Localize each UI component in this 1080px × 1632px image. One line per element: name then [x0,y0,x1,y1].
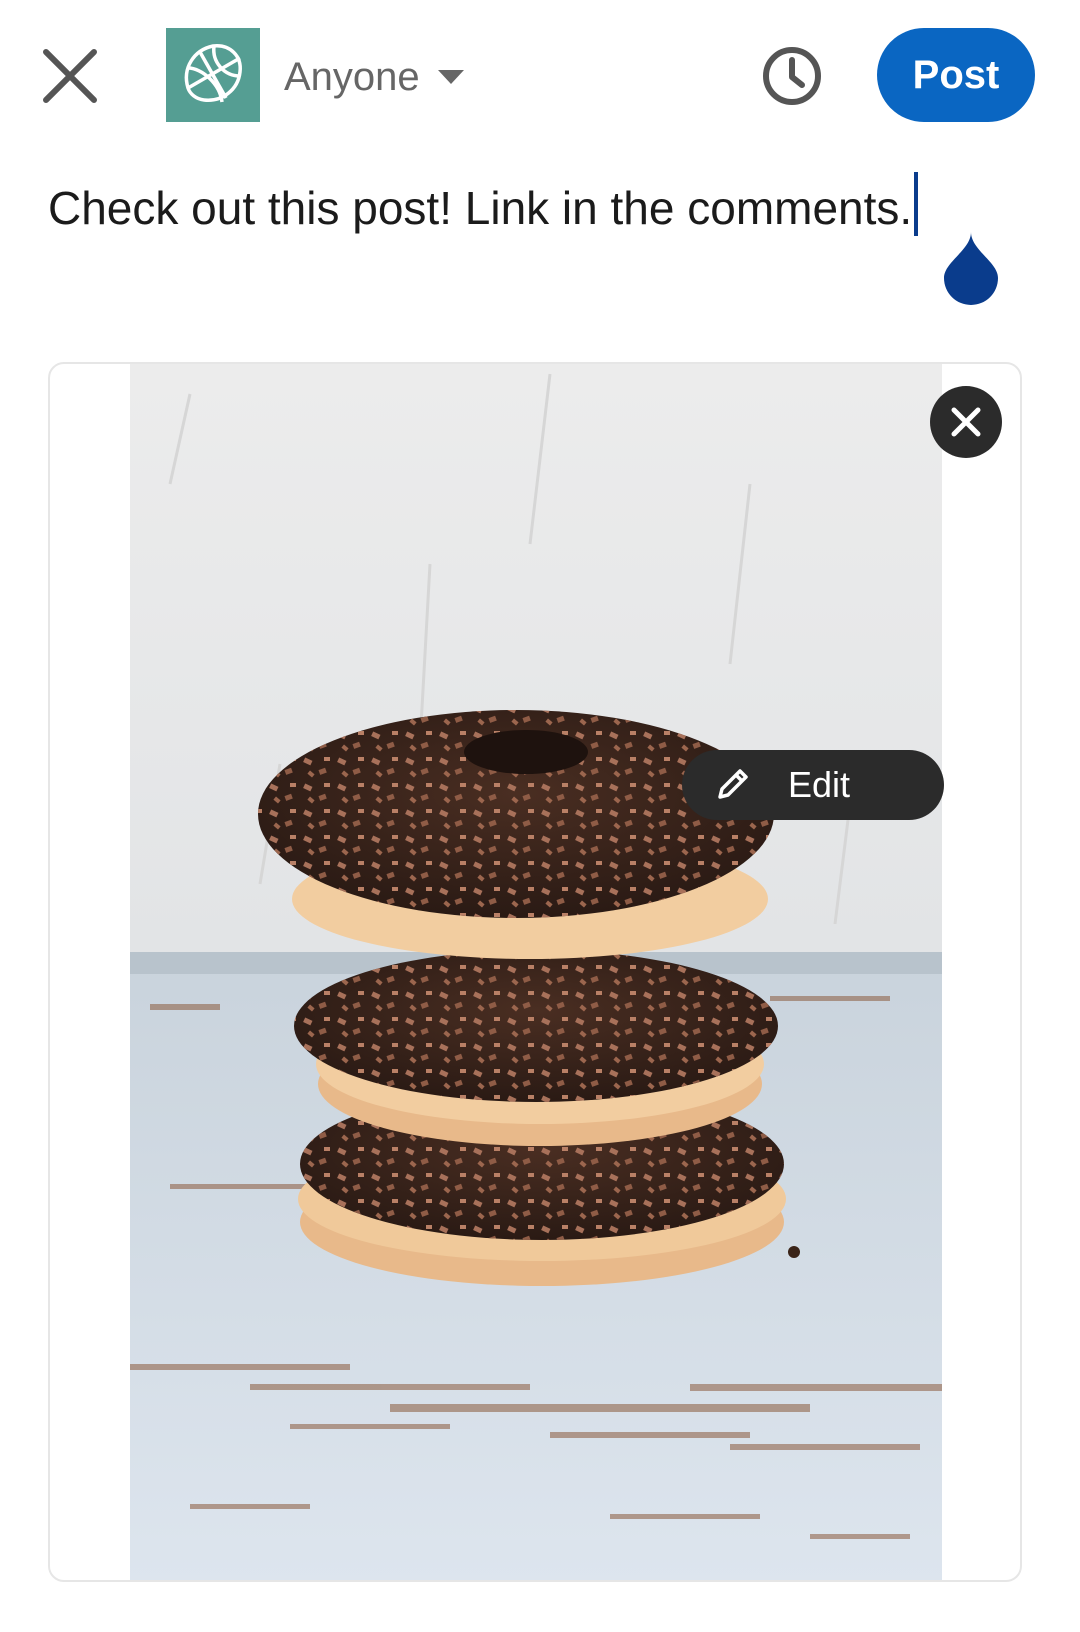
media-attachment-card: Edit [48,362,1022,1582]
edit-label: Edit [788,764,851,805]
schedule-post-button[interactable] [760,44,824,108]
audience-label: Anyone [284,54,420,99]
text-cursor [914,172,919,236]
remove-media-button[interactable] [930,386,1002,458]
avatar [166,28,260,122]
post-button[interactable]: Post [877,28,1035,122]
chevron-down-icon [437,70,464,84]
close-composer-button[interactable] [38,44,102,108]
selection-handle-icon [944,232,998,305]
close-icon [951,407,981,437]
donut-stack-photo [130,364,942,1580]
close-icon [43,49,97,103]
leaf-logo-icon [184,44,242,103]
edit-media-button[interactable]: Edit [682,750,944,820]
audience-selector[interactable]: Anyone [284,50,464,104]
clock-icon [763,47,821,105]
post-text: Check out this post! Link in the comment… [48,182,913,234]
post-text-field[interactable]: Check out this post! Link in the comment… [48,172,1028,239]
text-selection-handle[interactable] [940,232,1002,306]
pencil-icon [718,769,748,799]
composer-header: Anyone Post [0,0,1080,150]
